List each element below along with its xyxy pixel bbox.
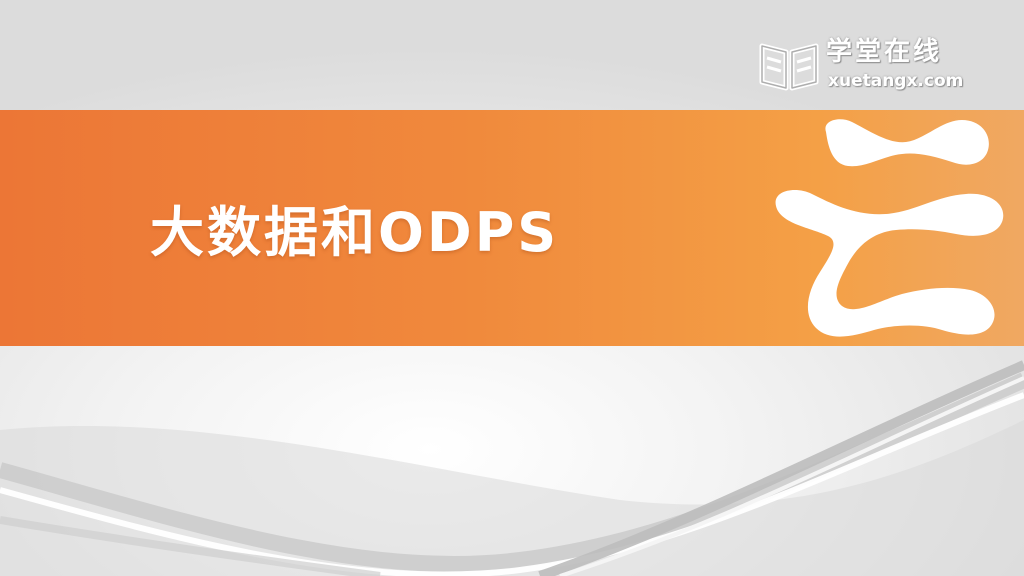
- slide: 学堂在线 xuetangx.com 大数据和ODPS: [0, 0, 1024, 576]
- title-banner: 大数据和ODPS: [0, 110, 1024, 346]
- brand-logo: 学堂在线 xuetangx.com: [758, 36, 988, 96]
- cloud-character-icon: [775, 119, 1004, 337]
- slide-title: 大数据和ODPS: [150, 201, 560, 264]
- brand-url: xuetangx.com: [828, 71, 964, 91]
- brand-name: 学堂在线: [826, 37, 943, 67]
- book-logo-icon: [759, 43, 819, 91]
